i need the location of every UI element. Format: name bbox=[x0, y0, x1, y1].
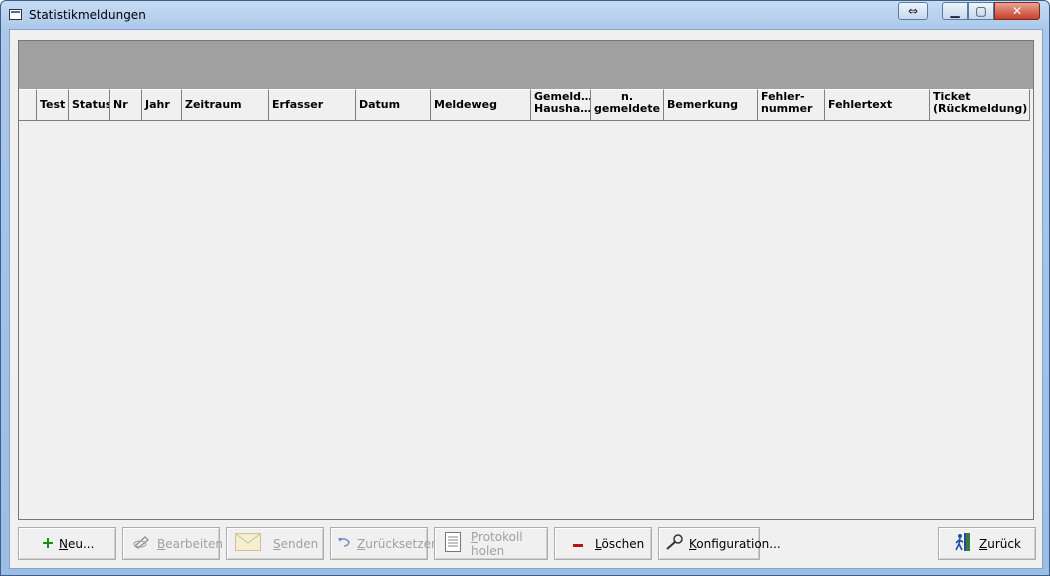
minimize-button[interactable]: ▁ bbox=[942, 2, 968, 20]
neu-button-label: Neu... bbox=[59, 536, 95, 551]
statistics-grid[interactable]: Test Status Nr Jahr Zeitraum Erfasser Da… bbox=[18, 40, 1034, 520]
bearbeiten-button-label: Bearbeiten bbox=[157, 536, 223, 551]
exit-door-icon bbox=[955, 532, 971, 555]
senden-button-label: Senden bbox=[273, 536, 319, 551]
window-app-icon[interactable] bbox=[9, 9, 22, 20]
minimize-icon: ▁ bbox=[950, 4, 960, 18]
main-window: Statistikmeldungen ⇔ ▁ ▢ ✕ Test Status N… bbox=[0, 0, 1050, 576]
column-header-test[interactable]: Test bbox=[37, 89, 69, 121]
senden-button[interactable]: Senden bbox=[226, 527, 324, 560]
column-header-gemeldete-haushalte[interactable]: Gemeld… Hausha… bbox=[531, 89, 591, 121]
column-header-fehlernummer[interactable]: Fehler- nummer bbox=[758, 89, 825, 121]
zurueck-button[interactable]: Zurück bbox=[938, 527, 1036, 560]
wrench-icon bbox=[665, 534, 683, 553]
envelope-icon bbox=[235, 533, 261, 554]
column-header-nr[interactable]: Nr bbox=[110, 89, 142, 121]
neu-button[interactable]: Neu... bbox=[18, 527, 116, 560]
maximize-button[interactable]: ▢ bbox=[968, 2, 994, 20]
undo-arrow-icon bbox=[337, 536, 351, 551]
konfiguration-button[interactable]: Konfiguration... bbox=[658, 527, 781, 560]
column-header-n-gemeldete[interactable]: n. gemeldete bbox=[591, 89, 664, 121]
column-header-datum[interactable]: Datum bbox=[356, 89, 431, 121]
column-header-fehlertext[interactable]: Fehlertext bbox=[825, 89, 930, 121]
zurueck-button-label: Zurück bbox=[979, 536, 1021, 551]
grid-header: Test Status Nr Jahr Zeitraum Erfasser Da… bbox=[19, 89, 1030, 121]
row-selector-header[interactable] bbox=[19, 89, 37, 121]
zuruecksetzen-button-label: Zurücksetzen bbox=[357, 536, 439, 551]
column-header-erfasser[interactable]: Erfasser bbox=[269, 89, 356, 121]
maximize-icon: ▢ bbox=[975, 4, 987, 18]
minus-icon bbox=[573, 537, 583, 551]
column-header-ticket[interactable]: Ticket (Rückmeldung) bbox=[930, 89, 1030, 121]
loeschen-button[interactable]: Löschen bbox=[554, 527, 652, 560]
plus-icon bbox=[43, 537, 53, 551]
client-area: Test Status Nr Jahr Zeitraum Erfasser Da… bbox=[9, 29, 1043, 569]
resize-button[interactable]: ⇔ bbox=[898, 2, 928, 20]
loeschen-button-label: Löschen bbox=[595, 536, 645, 551]
edit-pencil-icon bbox=[133, 535, 151, 552]
document-icon bbox=[445, 532, 461, 555]
protokoll-holen-button-label: Protokoll holen bbox=[471, 529, 523, 558]
bearbeiten-button[interactable]: Bearbeiten bbox=[122, 527, 223, 560]
column-header-jahr[interactable]: Jahr bbox=[142, 89, 182, 121]
window-title: Statistikmeldungen bbox=[29, 8, 146, 22]
close-button[interactable]: ✕ bbox=[994, 2, 1040, 20]
column-header-bemerkung[interactable]: Bemerkung bbox=[664, 89, 758, 121]
column-header-meldeweg[interactable]: Meldeweg bbox=[431, 89, 531, 121]
zuruecksetzen-button[interactable]: Zurücksetzen bbox=[330, 527, 439, 560]
title-bar[interactable]: Statistikmeldungen ⇔ ▁ ▢ ✕ bbox=[1, 1, 1049, 29]
resize-arrows-icon: ⇔ bbox=[907, 4, 919, 18]
konfiguration-button-label: Konfiguration... bbox=[689, 536, 781, 551]
protokoll-holen-button[interactable]: Protokoll holen bbox=[434, 527, 548, 560]
column-header-zeitraum[interactable]: Zeitraum bbox=[182, 89, 269, 121]
grid-group-band bbox=[19, 41, 1033, 89]
column-header-status[interactable]: Status bbox=[69, 89, 110, 121]
close-icon: ✕ bbox=[1011, 4, 1023, 18]
